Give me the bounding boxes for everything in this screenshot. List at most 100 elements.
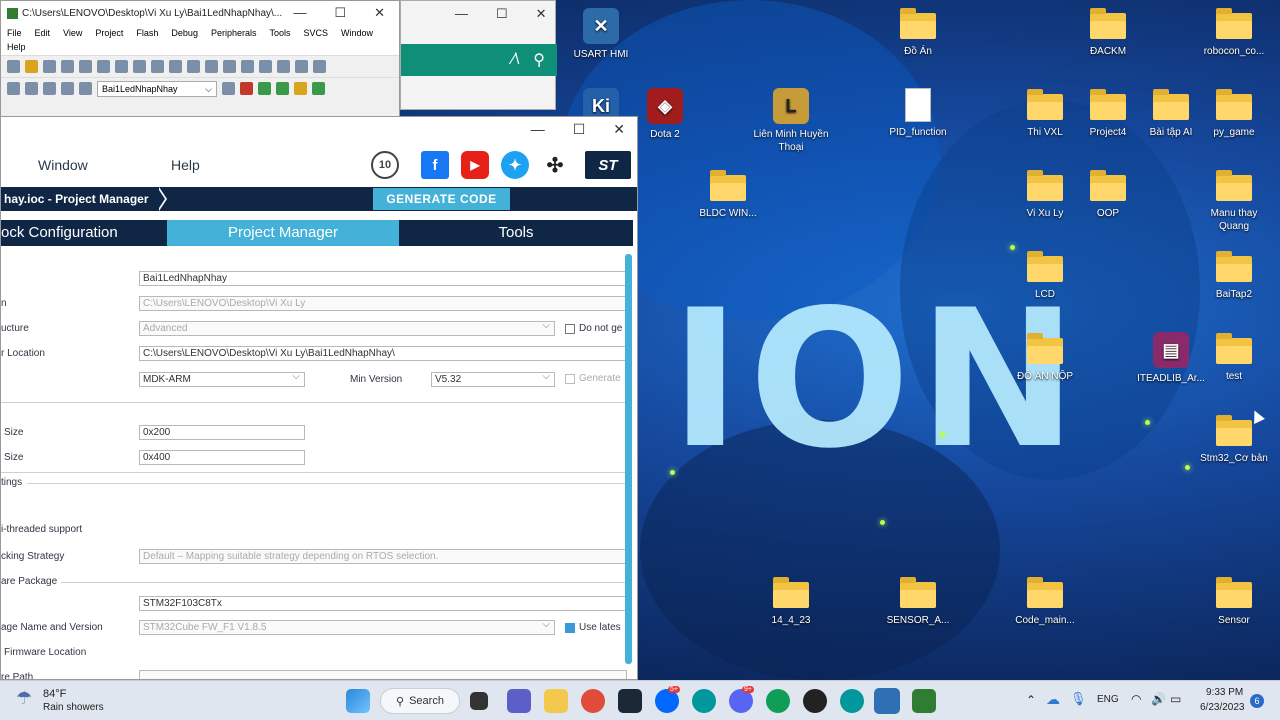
keil-window[interactable]: C:\Users\LENOVO\Desktop\Vi Xu Ly\Bai1Led… — [0, 0, 400, 120]
taskbar-search[interactable]: ⚲ Search — [380, 688, 460, 714]
battery-icon[interactable]: ▭ — [1170, 692, 1181, 706]
menu-window[interactable]: Window — [341, 28, 373, 38]
desktop-folder-oop[interactable]: OOP — [1069, 170, 1147, 220]
paste-icon[interactable] — [115, 60, 128, 73]
steam-icon[interactable] — [618, 689, 642, 713]
file-explorer-icon[interactable] — [544, 689, 568, 713]
magnifier-icon[interactable]: ⚲ — [533, 50, 545, 70]
bookmark-prev-icon[interactable] — [223, 60, 236, 73]
desktop-icon-lol[interactable]: L Liên Minh Huyền Thoại — [752, 88, 830, 154]
menu-edit[interactable]: Edit — [35, 28, 51, 38]
desktop-folder-dackm[interactable]: ĐACKM — [1069, 8, 1147, 58]
maximize-icon[interactable]: ☐ — [573, 121, 586, 138]
generate-code-button[interactable]: GENERATE CODE — [373, 188, 510, 210]
generate-under-root-checkbox[interactable] — [565, 374, 575, 384]
desktop-folder-baitap2[interactable]: BaiTap2 — [1195, 251, 1273, 301]
nav-back-icon[interactable] — [169, 60, 182, 73]
anniversary-10-icon[interactable]: 10 — [371, 151, 399, 179]
desktop-folder-py-game[interactable]: py_game — [1195, 89, 1273, 139]
nav-forward-icon[interactable] — [187, 60, 200, 73]
heap-size-field[interactable]: 0x200 — [139, 425, 305, 440]
menu-svcs[interactable]: SVCS — [304, 28, 329, 38]
desktop-icon-usart-hmi[interactable]: ✕ USART HMI — [562, 8, 640, 61]
keil-uvision-icon[interactable] — [912, 689, 936, 713]
undo-icon[interactable] — [133, 60, 146, 73]
desktop-folder-sensor[interactable]: Sensor — [1195, 577, 1273, 627]
cloud-sync-icon[interactable]: ☁ — [1046, 691, 1060, 708]
menu-help[interactable]: Help — [7, 42, 26, 52]
wifi-icon[interactable]: ◠ — [1131, 692, 1141, 706]
vertical-scrollbar[interactable] — [625, 254, 632, 664]
desktop-folder-do-an[interactable]: Đồ Án — [879, 8, 957, 58]
open-folder-icon[interactable] — [25, 60, 38, 73]
toolchain-select[interactable]: MDK-ARM — [139, 372, 305, 387]
speaker-icon[interactable]: 🔊 — [1151, 692, 1166, 706]
select-packs-icon[interactable] — [294, 82, 307, 95]
desktop-folder-sensor-a[interactable]: SENSOR_A... — [879, 577, 957, 627]
structure-select[interactable]: Advanced — [139, 321, 555, 336]
microphone-icon[interactable]: 🎙 — [1070, 691, 1087, 707]
comment-icon[interactable] — [313, 60, 326, 73]
maximize-icon[interactable]: ☐ — [334, 5, 346, 21]
edge-icon[interactable] — [766, 689, 790, 713]
manage-components-icon[interactable] — [240, 82, 253, 95]
twitter-icon[interactable]: ✦ — [501, 151, 529, 179]
chrome-icon[interactable] — [581, 689, 605, 713]
toolchain-folder-field[interactable]: C:\Users\LENOVO\Desktop\Vi Xu Ly\Bai1Led… — [139, 346, 627, 361]
desktop-folder-code-main[interactable]: Code_main... — [1006, 577, 1084, 627]
menu-project[interactable]: Project — [95, 28, 123, 38]
menu-tools[interactable]: Tools — [269, 28, 290, 38]
minimize-icon[interactable]: — — [293, 5, 306, 21]
firmware-package-select[interactable]: STM32Cube FW_F1 V1.8.5 — [139, 620, 555, 635]
mcu-reference-field[interactable]: STM32F103C8Tx — [139, 596, 627, 611]
use-latest-checkbox[interactable] — [565, 623, 575, 633]
weather-desc[interactable]: Rain showers — [43, 702, 104, 713]
menu-file[interactable]: File — [7, 28, 22, 38]
build-icon[interactable] — [25, 82, 38, 95]
pack-installer-icon[interactable] — [276, 82, 289, 95]
desktop-folder-bldc[interactable]: BLDC WIN... — [689, 170, 767, 220]
tab-project-manager[interactable]: Project Manager — [167, 220, 399, 246]
clock-date[interactable]: 6/23/2023 — [1200, 702, 1245, 713]
menu-debug[interactable]: Debug — [171, 28, 198, 38]
desktop-folder-lcd[interactable]: LCD — [1006, 251, 1084, 301]
facebook-icon[interactable]: f — [421, 151, 449, 179]
windows-start-icon[interactable] — [346, 689, 370, 713]
copy-icon[interactable] — [97, 60, 110, 73]
desktop-folder-robocon[interactable]: robocon_co... — [1195, 8, 1273, 58]
tab-clock-configuration[interactable]: ock Configuration — [1, 220, 166, 246]
manage-packs-icon[interactable] — [312, 82, 325, 95]
new-file-icon[interactable] — [7, 60, 20, 73]
min-version-select[interactable]: V5.32 — [431, 372, 555, 387]
do-not-generate-checkbox[interactable] — [565, 324, 575, 334]
github-icon[interactable] — [803, 689, 827, 713]
locking-strategy-select[interactable]: Default – Mapping suitable strategy depe… — [139, 549, 627, 564]
cut-icon[interactable] — [79, 60, 92, 73]
minimize-icon[interactable]: — — [455, 6, 468, 22]
language-indicator[interactable]: ENG — [1097, 694, 1119, 705]
network-icon[interactable]: ✣ — [541, 151, 569, 179]
redo-icon[interactable] — [151, 60, 164, 73]
breadcrumb-project[interactable]: hay.ioc - Project Manager — [1, 187, 157, 211]
project-name-field[interactable]: Bai1LedNhapNhay — [139, 271, 627, 286]
cubemx-window[interactable]: — ☐ ✕ Window Help 10 f ▶ ✦ ✣ ST hay.ioc … — [0, 116, 638, 680]
desktop-folder-14-4-23[interactable]: 14_4_23 — [752, 577, 830, 627]
chevron-up-icon[interactable]: ⌃ — [1026, 693, 1036, 707]
save-all-icon[interactable] — [61, 60, 74, 73]
desktop-folder-manu[interactable]: Manu thay Quang — [1195, 170, 1273, 233]
rebuild-icon[interactable] — [43, 82, 56, 95]
bookmark-clear-icon[interactable] — [259, 60, 272, 73]
menu-flash[interactable]: Flash — [136, 28, 158, 38]
bookmark-icon[interactable] — [205, 60, 218, 73]
arduino-ide-icon[interactable] — [840, 689, 864, 713]
stm32cubemx-icon[interactable] — [874, 688, 900, 714]
unindent-icon[interactable] — [295, 60, 308, 73]
target-options-icon[interactable] — [222, 82, 235, 95]
target-select[interactable]: Bai1LedNhapNhay ⌵ — [97, 80, 217, 97]
task-view-icon[interactable] — [470, 692, 488, 710]
stack-size-field[interactable]: 0x400 — [139, 450, 305, 465]
tab-tools[interactable]: Tools — [400, 220, 632, 246]
maximize-icon[interactable]: ☐ — [496, 6, 508, 22]
save-icon[interactable] — [43, 60, 56, 73]
bookmark-next-icon[interactable] — [241, 60, 254, 73]
